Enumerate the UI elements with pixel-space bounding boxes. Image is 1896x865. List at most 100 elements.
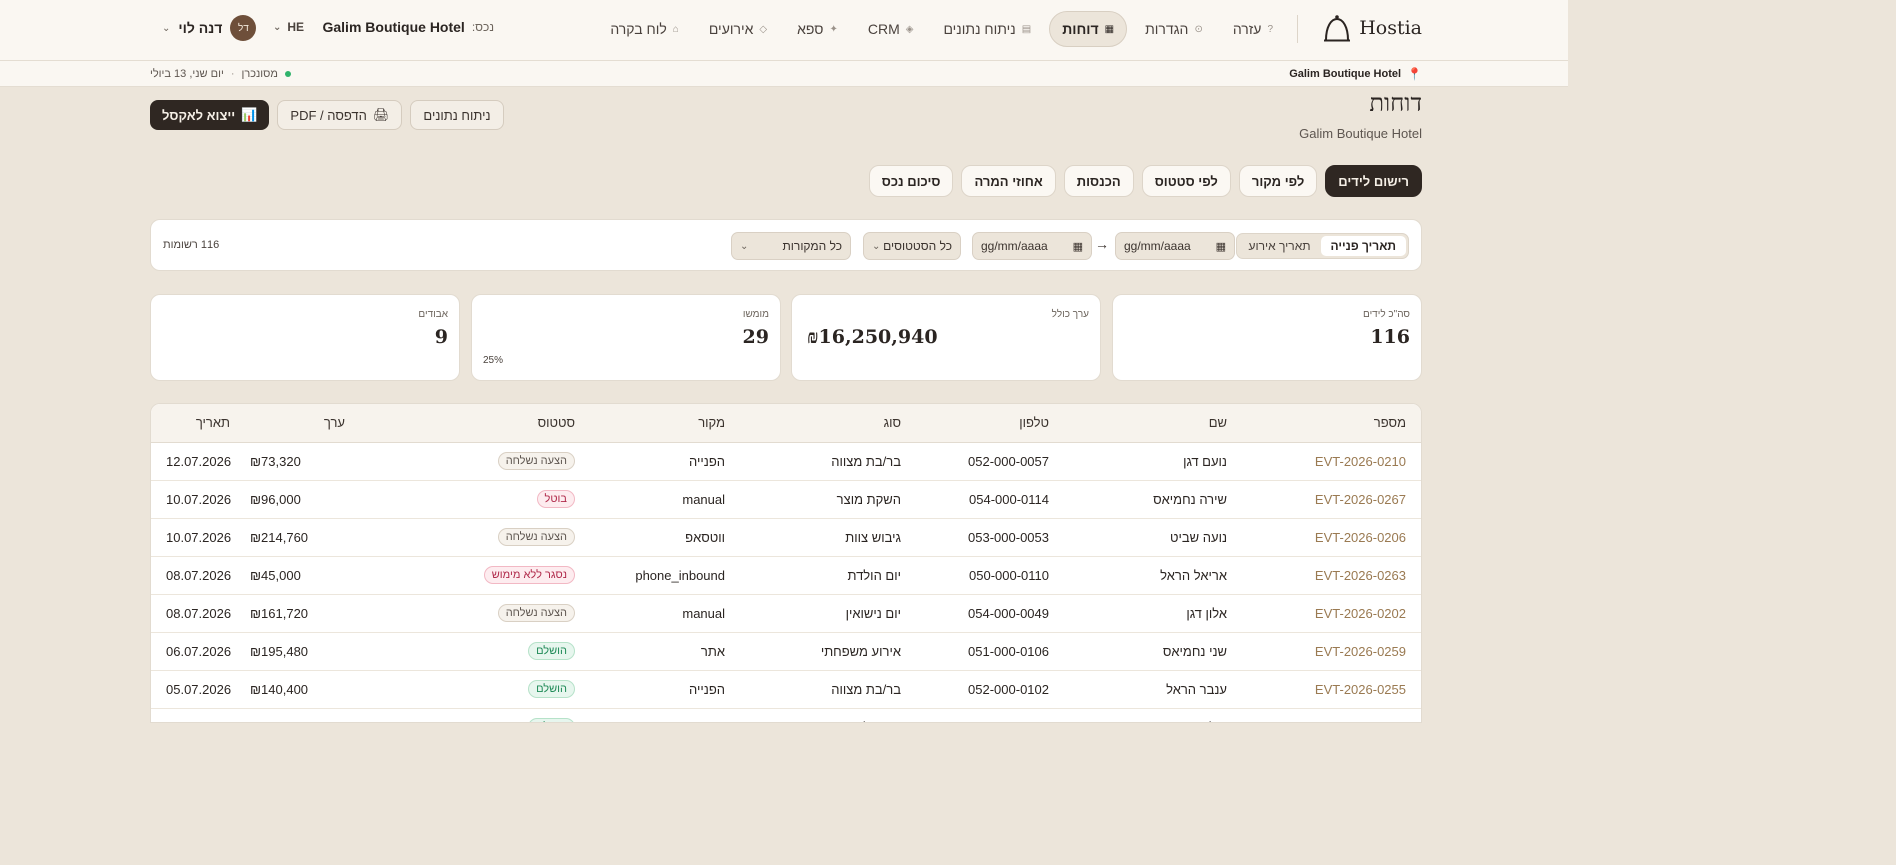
- table-row[interactable]: EVT-2026-0198 יעל כהן 050-000-0045 יום הולד…: [151, 708, 1421, 723]
- main-nav: ⌂ לוח בקרה ◇ אירועים ✦ ספא ◈ CRM ▤ ניתוח נתונים ▦ ד…: [598, 11, 1285, 47]
- status-badge: הצעה נשלחה: [497, 452, 575, 470]
- column-header-status[interactable]: סטטוס: [395, 404, 575, 442]
- tab-revenue[interactable]: הכנסות: [1063, 165, 1134, 197]
- print-pdf-button[interactable]: 🖨 הדפסה / PDF: [277, 100, 403, 130]
- cell-source: ווטסאפ: [575, 518, 725, 556]
- table-row[interactable]: EVT-2026-0259 שני נחמיאס 051-000-0106 אירוע…: [151, 632, 1421, 670]
- nav-item-help[interactable]: ? עזרה: [1221, 11, 1285, 47]
- tab-property-summary[interactable]: סיכום נכס: [868, 165, 954, 197]
- diamond-icon: ◇: [759, 23, 768, 35]
- table-row[interactable]: EVT-2026-0267 שירה נחמיאס 054-000-0114 השקת…: [151, 480, 1421, 518]
- cell-text: ₪88,200: [250, 720, 301, 723]
- spreadsheet-icon: 📊: [241, 107, 258, 122]
- tab-leads-log[interactable]: רישום לידים: [1325, 165, 1422, 197]
- cell-text: ₪195,480: [250, 643, 309, 659]
- date-mode-event[interactable]: תאריך אירוע: [1239, 236, 1321, 256]
- lead-id-link[interactable]: EVT-2026-0202: [1315, 606, 1406, 621]
- cell-phone: 051-000-0106: [901, 632, 1049, 670]
- nav-item-gear[interactable]: ⊙ הגדרות: [1133, 11, 1215, 47]
- date-to-input[interactable]: gg/mm/aaaa ▦: [972, 232, 1092, 260]
- cell-value: ₪161,720: [250, 594, 395, 632]
- cell-name: נועה שביט: [1049, 518, 1227, 556]
- cell-source: הפנייה: [575, 442, 725, 480]
- cell-value: ₪140,400: [250, 670, 395, 708]
- help-icon: ?: [1267, 23, 1273, 35]
- current-date: יום שני, 13 ביולי: [150, 68, 224, 80]
- cell-text: 052-000-0057: [968, 453, 1049, 469]
- column-header-date[interactable]: תאריך: [151, 404, 250, 442]
- lead-id-link[interactable]: EVT-2026-0206: [1315, 530, 1406, 545]
- lead-id-link[interactable]: EVT-2026-0210: [1315, 454, 1406, 469]
- print-pdf-label: הדפסה / PDF: [290, 107, 367, 123]
- cell-id: EVT-2026-0210: [1227, 442, 1421, 480]
- language-selector[interactable]: ⌄ HE: [273, 20, 304, 34]
- analytics-button[interactable]: ניתוח נתונים: [410, 100, 504, 130]
- table-row[interactable]: EVT-2026-0202 אלון דגן 054-000-0049 יום ניש…: [151, 594, 1421, 632]
- cell-text: ווטסאפ: [685, 529, 725, 545]
- tab-conversion[interactable]: אחוזי המרה: [961, 165, 1056, 197]
- nav-item-home[interactable]: ⌂ לוח בקרה: [598, 11, 691, 47]
- column-header-value[interactable]: ערך: [250, 404, 395, 442]
- cell-text: בר/בת מצווה: [831, 681, 901, 697]
- column-header-type[interactable]: סוג: [725, 404, 901, 442]
- date-from-input[interactable]: gg/mm/aaaa ▦: [1115, 232, 1235, 260]
- column-header-phone[interactable]: טלפון: [901, 404, 1049, 442]
- cell-id: EVT-2026-0259: [1227, 632, 1421, 670]
- report-tabs: רישום לידים לפי מקור לפי סטטוס הכנסות אח…: [868, 165, 1422, 197]
- nav-item-chart[interactable]: ▤ ניתוח נתונים: [931, 11, 1043, 47]
- brand-logo[interactable]: Hostia: [1323, 13, 1422, 43]
- column-header-name[interactable]: שם: [1049, 404, 1227, 442]
- calendar-icon: ▦: [1072, 240, 1083, 253]
- date-from-value: gg/mm/aaaa: [1124, 239, 1191, 253]
- cell-date: 12.07.2026: [151, 442, 250, 480]
- cell-text: 08.07.2026: [166, 605, 232, 621]
- stat-value: ₪16,250,940: [807, 326, 938, 348]
- nav-item-report[interactable]: ▦ דוחות: [1049, 11, 1128, 47]
- cell-text: אלון דגן: [1186, 605, 1227, 621]
- cell-name: שני נחמיאס: [1049, 632, 1227, 670]
- cell-phone: 052-000-0057: [901, 442, 1049, 480]
- cell-status: הצעה נשלחה: [395, 442, 575, 480]
- home-icon: ⌂: [672, 23, 679, 35]
- column-header-source[interactable]: מקור: [575, 404, 725, 442]
- table-row[interactable]: EVT-2026-0255 ענבר הראל 052-000-0102 בר/בת …: [151, 670, 1421, 708]
- property-selector[interactable]: נכס: Galim Boutique Hotel: [322, 19, 494, 35]
- lead-id-link[interactable]: EVT-2026-0198: [1315, 720, 1406, 723]
- export-excel-button[interactable]: 📊 ייצוא לאקסל: [150, 100, 270, 130]
- nav-item-diamond-dot[interactable]: ◈ CRM: [856, 11, 926, 47]
- tab-by-source[interactable]: לפי מקור: [1238, 165, 1318, 197]
- tab-by-status[interactable]: לפי סטטוס: [1141, 165, 1231, 197]
- cell-value: ₪195,480: [250, 632, 395, 670]
- table-row[interactable]: EVT-2026-0210 נועם דגן 052-000-0057 בר/בת מ…: [151, 442, 1421, 480]
- cell-type: בר/בת מצווה: [725, 442, 901, 480]
- cell-text: 04.07.2026: [166, 720, 231, 723]
- nav-item-sparkle[interactable]: ✦ ספא: [785, 11, 850, 47]
- cell-type: בר/בת מצווה: [725, 670, 901, 708]
- cell-text: יום נישואין: [845, 605, 901, 621]
- table-row[interactable]: EVT-2026-0263 אריאל הראל 050-000-0110 יום ה…: [151, 556, 1421, 594]
- lead-id-link[interactable]: EVT-2026-0255: [1315, 682, 1406, 697]
- lead-id-link[interactable]: EVT-2026-0259: [1315, 644, 1406, 659]
- property-label: נכס:: [471, 20, 494, 34]
- lead-id-link[interactable]: EVT-2026-0263: [1315, 568, 1406, 583]
- lead-id-link[interactable]: EVT-2026-0267: [1315, 492, 1406, 507]
- cell-status: הצעה נשלחה: [395, 594, 575, 632]
- cell-source: manual: [575, 594, 725, 632]
- nav-item-diamond[interactable]: ◇ אירועים: [697, 11, 779, 47]
- source-filter-select[interactable]: כל המקורות ⌄: [731, 232, 851, 260]
- nav-item-label: עזרה: [1232, 21, 1262, 37]
- cell-text: נועם דגן: [1183, 453, 1227, 469]
- status-filter-select[interactable]: כל הסטטוסים ⌄: [863, 232, 961, 260]
- column-header-id[interactable]: מספר: [1227, 404, 1421, 442]
- cell-type: השקת מוצר: [725, 480, 901, 518]
- nav-item-label: ספא: [797, 21, 824, 37]
- date-mode-inquiry[interactable]: תאריך פנייה: [1320, 236, 1406, 256]
- cell-text: 051-000-0106: [968, 643, 1049, 659]
- divider: [1297, 15, 1298, 43]
- status-badge: הצעה נשלחה: [497, 528, 575, 546]
- cell-text: ₪140,400: [250, 681, 309, 697]
- nav-item-label: הגדרות: [1145, 21, 1189, 37]
- table-row[interactable]: EVT-2026-0206 נועה שביט 053-000-0053 גיבוש …: [151, 518, 1421, 556]
- user-menu[interactable]: ⌄ דנה לוי דל: [162, 15, 257, 41]
- status-badge: נסגר ללא מימוש: [483, 566, 575, 584]
